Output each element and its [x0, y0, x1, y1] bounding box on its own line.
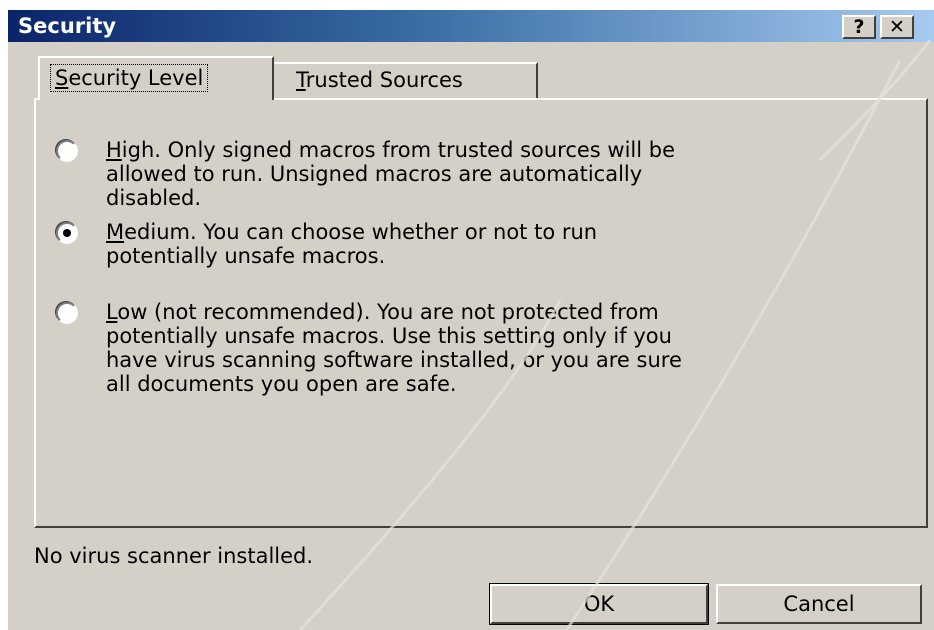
- option-line: potentially unsafe macros.: [106, 244, 386, 268]
- tab-security-level[interactable]: Security Level: [38, 56, 274, 100]
- title-bar[interactable]: Security ? ✕: [8, 10, 934, 42]
- help-button[interactable]: ?: [842, 15, 876, 39]
- radio-low[interactable]: [56, 302, 78, 324]
- option-line: Medium. You can choose whether or not to…: [106, 220, 598, 244]
- option-line: High. Only signed macros from trusted so…: [106, 138, 676, 162]
- tab-trusted-sources[interactable]: Trusted Sources: [274, 62, 538, 98]
- option-line: Low (not recommended). You are not prote…: [106, 300, 659, 324]
- radio-selected-dot-icon: [63, 229, 71, 237]
- option-line: have virus scanning software installed, …: [106, 348, 682, 372]
- security-dialog: Security ? ✕ Security Level Trusted Sour…: [6, 8, 934, 630]
- option-line: disabled.: [106, 186, 202, 210]
- radio-medium[interactable]: [56, 222, 78, 244]
- tab-security-level-label: Security Level: [50, 64, 209, 92]
- option-line: potentially unsafe macros. Use this sett…: [106, 324, 672, 348]
- dialog-title: Security: [18, 14, 117, 38]
- tab-trusted-sources-label: Trusted Sources: [296, 68, 463, 92]
- cancel-button[interactable]: Cancel: [716, 584, 922, 624]
- close-icon: ✕: [889, 16, 905, 38]
- security-option-medium-text: Medium. You can choose whether or not to…: [106, 220, 896, 268]
- radio-high[interactable]: [56, 140, 78, 162]
- security-option-high-text: High. Only signed macros from trusted so…: [106, 138, 896, 210]
- question-mark-icon: ?: [853, 16, 865, 38]
- option-line: allowed to run. Unsigned macros are auto…: [106, 162, 643, 186]
- close-button[interactable]: ✕: [880, 15, 914, 39]
- virus-scanner-status: No virus scanner installed.: [34, 544, 314, 568]
- option-line: all documents you open are safe.: [106, 372, 457, 396]
- security-level-panel: High. Only signed macros from trusted so…: [34, 98, 928, 528]
- ok-button[interactable]: OK: [489, 583, 709, 625]
- security-option-low-text: Low (not recommended). You are not prote…: [106, 300, 896, 396]
